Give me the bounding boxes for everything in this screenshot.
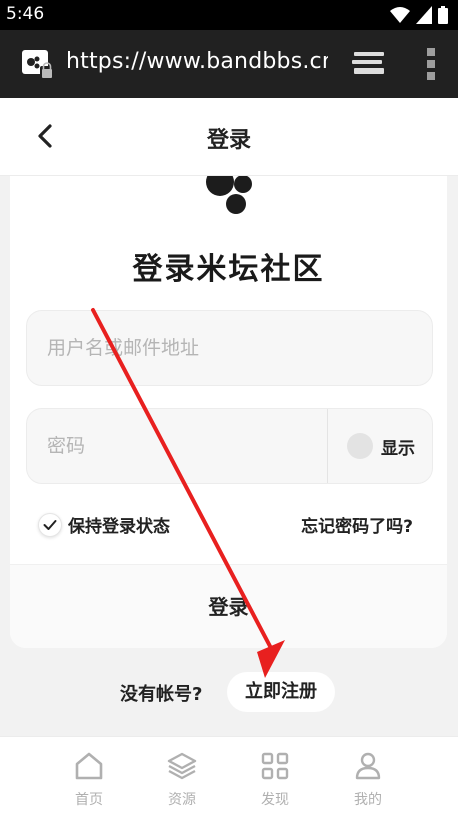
url-bar[interactable]: https://www.bandbbs.cn/ [66, 49, 328, 74]
status-bar: 5:46 [0, 0, 458, 30]
battery-icon [438, 6, 448, 24]
layers-icon [167, 752, 197, 780]
keep-login-label: 保持登录状态 [68, 517, 170, 537]
user-icon [355, 752, 381, 780]
tab-resources[interactable]: 资源 [152, 751, 212, 809]
register-row: 没有帐号? 立即注册 [0, 672, 458, 712]
browser-toolbar: https://www.bandbbs.cn/ [0, 30, 458, 98]
password-field[interactable]: 显示 [26, 408, 433, 484]
username-field[interactable] [26, 310, 433, 386]
site-security-icon[interactable] [22, 50, 54, 80]
tab-discover[interactable]: 发现 [245, 751, 305, 809]
status-time: 5:46 [6, 4, 45, 24]
no-account-text: 没有帐号? [120, 684, 203, 705]
checkmark-icon[interactable] [38, 512, 62, 537]
login-button[interactable]: 登录 [10, 564, 447, 648]
signal-icon [416, 6, 432, 24]
tab-label: 发现 [261, 792, 289, 808]
password-input[interactable] [47, 409, 327, 483]
grid-icon [261, 752, 289, 780]
username-input[interactable] [47, 311, 327, 385]
toggle-switch[interactable] [347, 433, 373, 459]
register-button[interactable]: 立即注册 [227, 672, 335, 712]
home-icon [75, 752, 103, 780]
keep-login-checkbox[interactable]: 保持登录状态 [38, 512, 170, 537]
wifi-icon [390, 7, 410, 23]
nav-header: 登录 [0, 98, 458, 176]
login-card: 登录米坛社区 显示 保持登录状态 忘记密码了吗? 登录 [10, 176, 447, 648]
show-password-label: 显示 [381, 438, 415, 459]
tab-label: 资源 [168, 792, 196, 808]
divider [327, 409, 328, 483]
login-heading: 登录米坛社区 [132, 252, 325, 287]
tabs-icon[interactable] [352, 52, 386, 76]
tab-label: 我的 [354, 792, 382, 808]
tab-me[interactable]: 我的 [338, 751, 398, 809]
bottom-tab-bar: 首页 资源 发现 我的 [0, 736, 458, 820]
more-menu-icon[interactable] [424, 48, 438, 80]
show-password-toggle[interactable]: 显示 [347, 433, 415, 459]
tab-home[interactable]: 首页 [59, 751, 119, 809]
page-title: 登录 [206, 128, 251, 153]
forgot-password-link[interactable]: 忘记密码了吗? [301, 512, 413, 537]
tab-label: 首页 [75, 792, 103, 808]
site-logo [206, 176, 252, 214]
status-icons [390, 6, 448, 24]
